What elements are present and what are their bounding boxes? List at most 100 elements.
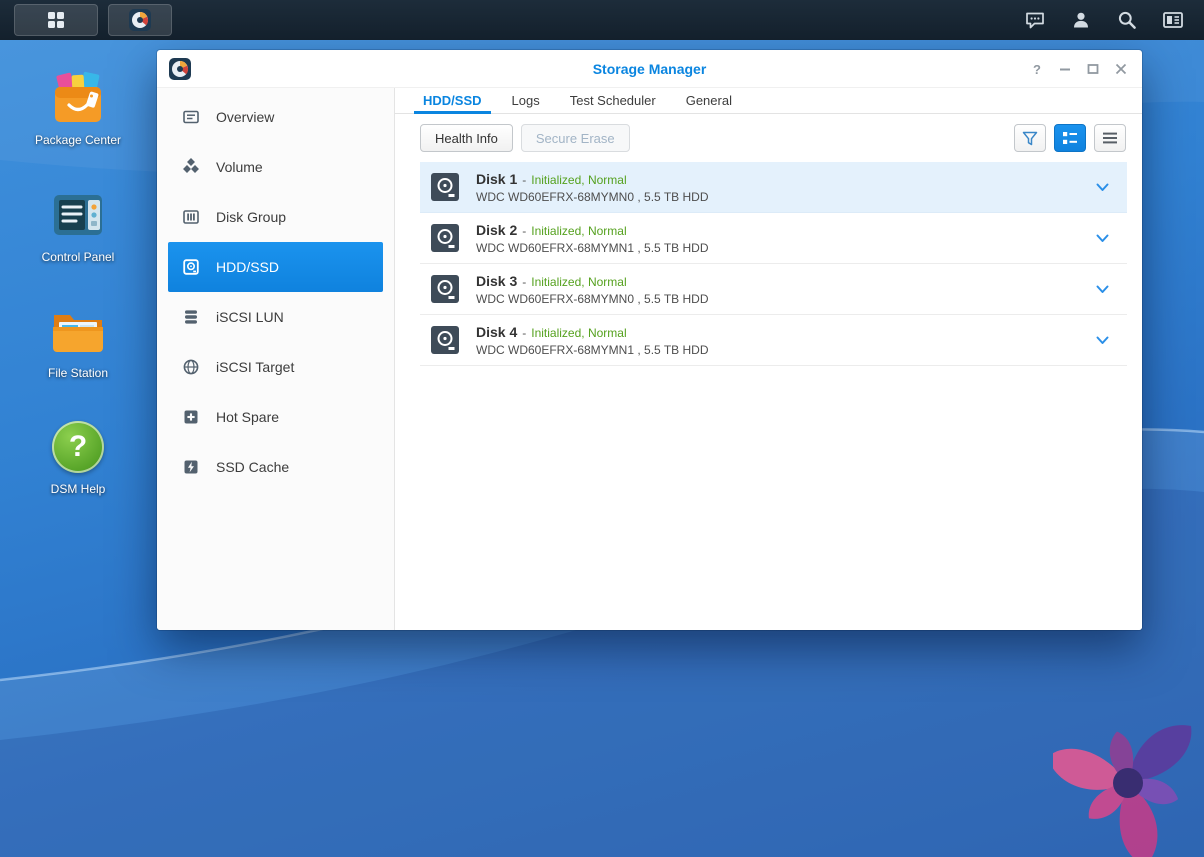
search-button[interactable] [1116,9,1138,31]
iscsi-target-icon [181,358,201,376]
control-panel-icon [50,187,106,243]
main-menu-button[interactable] [14,4,98,36]
sidebar-item-label: Disk Group [216,209,286,225]
separator: - [522,173,526,187]
filter-button[interactable] [1014,124,1046,152]
sidebar-item-hot-spare[interactable]: Hot Spare [168,392,383,442]
disk-row-2[interactable]: Disk 2-Initialized, Normal WDC WD60EFRX-… [420,213,1127,264]
minimize-icon [1059,63,1071,75]
storage-manager-taskbar-button[interactable] [108,4,172,36]
storage-manager-app-icon [128,8,152,32]
desktop-icon-label: DSM Help [51,482,106,497]
window-body: Overview Volume [157,88,1142,630]
list-view-icon [1101,129,1119,147]
disk-info: Disk 1-Initialized, Normal WDC WD60EFRX-… [476,171,708,204]
secure-erase-button[interactable]: Secure Erase [521,124,630,152]
pilot-view-button[interactable] [1162,9,1184,31]
package-center-icon [50,70,106,126]
disk-row-1[interactable]: Disk 1-Initialized, Normal WDC WD60EFRX-… [420,162,1127,213]
disk-drive-icon [430,325,460,355]
notifications-button[interactable] [1024,9,1046,31]
sidebar-item-volume[interactable]: Volume [168,142,383,192]
disk-model: WDC WD60EFRX-68MYMN0 , 5.5 TB HDD [476,292,708,306]
iscsi-lun-icon [181,308,201,326]
disk-info: Disk 3-Initialized, Normal WDC WD60EFRX-… [476,273,708,306]
maximize-button[interactable] [1082,58,1104,80]
chevron-down-icon[interactable] [1096,183,1109,192]
disk-name: Disk 4 [476,324,517,340]
user-icon [1071,10,1091,30]
overview-icon [181,108,201,126]
disk-info: Disk 2-Initialized, Normal WDC WD60EFRX-… [476,222,708,255]
toolbar-right [1014,124,1126,152]
disk-model: WDC WD60EFRX-68MYMN0 , 5.5 TB HDD [476,190,708,204]
sidebar-item-hdd-ssd[interactable]: HDD/SSD [168,242,383,292]
chevron-down-icon[interactable] [1096,234,1109,243]
disk-row-3[interactable]: Disk 3-Initialized, Normal WDC WD60EFRX-… [420,264,1127,315]
filter-icon [1022,131,1038,146]
disk-name: Disk 3 [476,273,517,289]
disk-model: WDC WD60EFRX-68MYMN1 , 5.5 TB HDD [476,343,708,357]
sidebar-item-iscsi-target[interactable]: iSCSI Target [168,342,383,392]
close-icon [1115,63,1127,75]
hdd-ssd-icon [181,258,201,276]
health-info-button[interactable]: Health Info [420,124,513,152]
detail-view-icon [1061,129,1079,147]
taskbar [0,0,1204,40]
sidebar-item-ssd-cache[interactable]: SSD Cache [168,442,383,492]
disk-name: Disk 1 [476,171,517,187]
chat-bubble-icon [1025,10,1045,30]
desktop-icon-label: Package Center [35,133,121,148]
hot-spare-icon [181,408,201,426]
disk-info: Disk 4-Initialized, Normal WDC WD60EFRX-… [476,324,708,357]
sidebar-item-label: Volume [216,159,263,175]
brand-spiral-logo [1053,705,1203,857]
tab-hdd-ssd[interactable]: HDD/SSD [408,88,497,113]
main-content: HDD/SSD Logs Test Scheduler General Heal… [395,88,1142,630]
detail-view-button[interactable] [1054,124,1086,152]
desktop-icon-control-panel[interactable]: Control Panel [23,187,133,265]
window-titlebar[interactable]: Storage Manager ? [157,50,1142,88]
sidebar-item-label: HDD/SSD [216,259,279,275]
disk-group-icon [181,208,201,226]
tab-label: General [686,93,732,108]
volume-icon [181,158,201,176]
user-options-button[interactable] [1070,9,1092,31]
desktop-icon-label: File Station [48,366,108,381]
minimize-button[interactable] [1054,58,1076,80]
separator: - [522,326,526,340]
chevron-down-icon[interactable] [1096,285,1109,294]
storage-manager-window: Storage Manager ? [157,50,1142,630]
window-title: Storage Manager [157,61,1142,77]
help-icon: ? [1033,62,1041,77]
sidebar-item-overview[interactable]: Overview [168,92,383,142]
sidebar-item-label: iSCSI Target [216,359,294,375]
tab-general[interactable]: General [671,88,747,113]
tab-label: Test Scheduler [570,93,656,108]
button-label: Health Info [435,131,498,146]
window-controls: ? [1026,50,1132,88]
sidebar-item-disk-group[interactable]: Disk Group [168,192,383,242]
disk-model: WDC WD60EFRX-68MYMN1 , 5.5 TB HDD [476,241,708,255]
screen: Package Center Control Panel [0,0,1204,857]
disk-row-4[interactable]: Disk 4-Initialized, Normal WDC WD60EFRX-… [420,315,1127,366]
disk-status: Initialized, Normal [531,224,626,238]
tab-test-scheduler[interactable]: Test Scheduler [555,88,671,113]
desktop-icon-dsm-help[interactable]: ? DSM Help [23,419,133,497]
chevron-down-icon[interactable] [1096,336,1109,345]
list-view-button[interactable] [1094,124,1126,152]
sidebar-item-iscsi-lun[interactable]: iSCSI LUN [168,292,383,342]
desktop-icon-file-station[interactable]: File Station [23,303,133,381]
tab-logs[interactable]: Logs [497,88,555,113]
close-button[interactable] [1110,58,1132,80]
help-button[interactable]: ? [1026,58,1048,80]
desktop-icon-label: Control Panel [42,250,115,265]
desktop-icon-package-center[interactable]: Package Center [23,70,133,148]
tab-bar: HDD/SSD Logs Test Scheduler General [395,88,1142,114]
file-station-icon [50,303,106,359]
storage-manager-app-icon [168,57,192,81]
disk-name: Disk 2 [476,222,517,238]
sidebar-item-label: SSD Cache [216,459,289,475]
disk-status: Initialized, Normal [531,326,626,340]
button-label: Secure Erase [536,131,615,146]
